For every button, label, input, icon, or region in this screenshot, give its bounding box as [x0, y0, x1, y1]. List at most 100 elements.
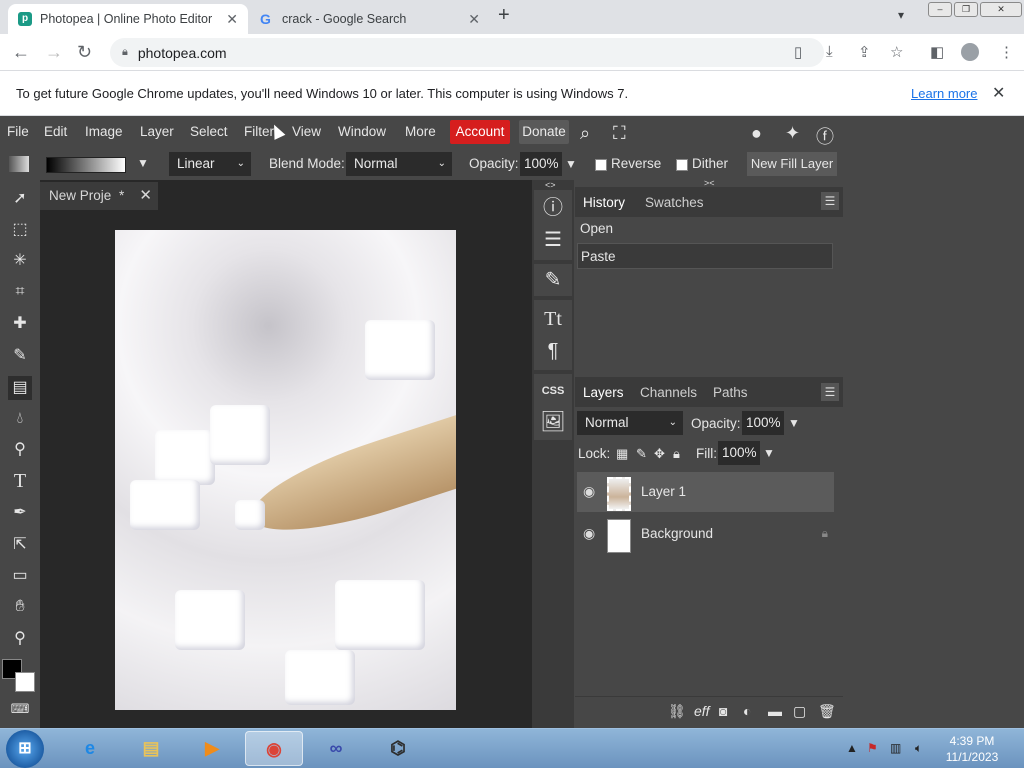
fullscreen-icon[interactable]: ⛶ — [613, 123, 626, 144]
facebook-icon[interactable]: ⓕ — [816, 123, 834, 149]
pen-tool-icon[interactable]: ✒ — [8, 501, 32, 525]
file-explorer-icon[interactable]: ▤ — [122, 731, 180, 766]
bookmark-star-icon[interactable]: ☆ — [890, 43, 903, 61]
marquee-tool-icon[interactable]: ⬚ — [8, 218, 32, 242]
new-fill-layer-button[interactable]: New Fill Layer — [747, 152, 837, 176]
image-canvas[interactable] — [115, 230, 456, 710]
donate-button[interactable]: Donate — [519, 120, 569, 144]
tab-swatches[interactable]: Swatches — [645, 195, 704, 210]
forward-arrow-icon[interactable]: → — [45, 42, 63, 63]
network-icon[interactable]: ▥ — [890, 741, 901, 755]
magic-wand-icon[interactable]: ✳ — [8, 249, 32, 273]
profile-avatar-icon[interactable] — [961, 43, 979, 61]
layer-effects-icon[interactable]: eff — [694, 703, 710, 719]
tab-close-icon[interactable]: ✕ — [226, 11, 238, 28]
new-layer-icon[interactable]: ▢ — [793, 703, 806, 720]
layer-row-background[interactable]: ◉ Background 🔒︎ — [577, 514, 834, 554]
visibility-eye-icon[interactable]: ◉ — [583, 483, 595, 500]
crop-tool-icon[interactable]: ⌗ — [8, 280, 32, 304]
taskbar-clock[interactable]: 4:39 PM 11/1/2023 — [943, 733, 1001, 765]
opacity-caret-icon[interactable]: ▼ — [565, 157, 577, 171]
back-arrow-icon[interactable]: ← — [12, 42, 30, 63]
menu-file[interactable]: File — [7, 124, 29, 139]
menu-more[interactable]: More — [405, 124, 436, 139]
gradient-type-select[interactable]: Linear ⌄ — [169, 152, 251, 176]
reload-icon[interactable]: ↻ — [77, 42, 92, 63]
restore-button[interactable]: ❐ — [954, 2, 978, 17]
paragraph-icon[interactable]: ¶ — [537, 336, 569, 366]
lock-paint-icon[interactable]: ✎ — [636, 446, 647, 462]
menu-view[interactable]: View — [292, 124, 321, 139]
history-item-selected[interactable]: Paste — [577, 243, 833, 269]
gradient-dropdown-caret-icon[interactable]: ▼ — [137, 156, 149, 170]
fill-input[interactable]: 100% — [718, 441, 760, 465]
layer-opacity-input[interactable]: 100% — [742, 411, 784, 435]
menu-layer[interactable]: Layer — [140, 124, 174, 139]
document-tab[interactable]: New Proje * ✕ — [40, 182, 158, 210]
path-select-icon[interactable]: ⇱ — [8, 533, 32, 557]
layer-row-layer1[interactable]: ◉ Layer 1 — [577, 472, 834, 512]
menu-window[interactable]: Window — [338, 124, 386, 139]
image-panel-icon[interactable]: 🖼︎ — [537, 407, 569, 437]
healing-brush-icon[interactable]: ✚ — [8, 312, 32, 336]
type-tool-icon[interactable]: T — [8, 469, 32, 493]
brush-tool-icon[interactable]: ✎ — [8, 344, 32, 368]
chrome-taskbar-icon[interactable]: ◉ — [245, 731, 303, 766]
side-panel-icon[interactable]: ◧ — [930, 43, 944, 61]
move-tool-icon[interactable]: ➚ — [8, 187, 32, 211]
internet-explorer-icon[interactable]: e — [61, 731, 119, 766]
blend-mode-select[interactable]: Normal ⌄ — [346, 152, 452, 176]
action-center-flag-icon[interactable]: ⚑ — [867, 741, 878, 755]
collapse-arrows-icon[interactable]: <> — [545, 180, 556, 190]
brush-settings-icon[interactable]: ✎ — [537, 265, 569, 295]
reddit-icon[interactable]: ● — [751, 123, 762, 144]
blur-drop-icon[interactable]: 💧︎ — [8, 407, 32, 431]
info-icon[interactable]: ⓘ — [537, 193, 569, 223]
lock-position-icon[interactable]: ✥ — [654, 446, 665, 462]
tab-google-search[interactable]: G crack - Google Search ✕ — [250, 4, 490, 34]
tab-photopea[interactable]: p Photopea | Online Photo Editor ✕ — [8, 4, 248, 34]
volume-muted-icon[interactable]: 🔈︎ — [915, 741, 922, 756]
tab-history[interactable]: History — [583, 195, 625, 210]
layer-opacity-caret-icon[interactable]: ▼ — [788, 416, 800, 430]
twitter-icon[interactable]: ✦ — [785, 123, 800, 144]
window-close-button[interactable]: ✕ — [980, 2, 1022, 17]
gradient-tool-icon[interactable]: ▤ — [8, 376, 32, 400]
add-mask-icon[interactable]: ◙ — [719, 703, 727, 719]
hand-tool-icon[interactable]: ✋︎ — [8, 595, 32, 619]
tab-layers[interactable]: Layers — [583, 385, 624, 400]
app-taskbar-icon[interactable]: ⌬ — [369, 731, 427, 766]
minimize-button[interactable]: – — [928, 2, 952, 17]
clipboard-icon[interactable]: ▯ — [794, 43, 802, 61]
learn-more-link[interactable]: Learn more — [911, 86, 977, 101]
infobar-close-icon[interactable]: ✕ — [992, 83, 1005, 103]
fill-caret-icon[interactable]: ▼ — [763, 446, 775, 460]
install-app-icon[interactable]: ⤓ — [826, 43, 833, 60]
menu-select[interactable]: Select — [190, 124, 228, 139]
account-button[interactable]: Account — [450, 120, 510, 144]
infinity-app-icon[interactable]: ∞ — [307, 731, 365, 766]
reverse-checkbox[interactable] — [595, 159, 607, 171]
windows-start-button[interactable]: ⊞ — [6, 730, 44, 768]
history-item[interactable]: Open — [577, 216, 833, 242]
adjustment-layer-icon[interactable]: ◐ — [743, 703, 751, 719]
tab-close-icon[interactable]: ✕ — [468, 11, 480, 28]
visibility-eye-icon[interactable]: ◉ — [583, 525, 595, 542]
document-close-icon[interactable]: ✕ — [139, 182, 152, 210]
share-icon[interactable]: ⇪ — [858, 43, 871, 61]
layer-blend-mode-select[interactable]: Normal ⌄ — [577, 411, 683, 435]
media-player-icon[interactable]: ▶ — [183, 731, 241, 766]
gradient-tool-preset-icon[interactable] — [9, 156, 29, 172]
tab-paths[interactable]: Paths — [713, 385, 748, 400]
layers-panel-menu-icon[interactable]: ☰ — [821, 383, 839, 401]
delete-layer-trash-icon[interactable]: 🗑︎ — [818, 703, 836, 720]
gradient-preview-swatch[interactable] — [46, 157, 126, 173]
adjustments-sliders-icon[interactable]: ☰ — [537, 225, 569, 255]
kebab-menu-icon[interactable]: ⋮ — [999, 43, 1014, 61]
new-folder-icon[interactable]: ▬ — [768, 703, 782, 719]
link-layers-icon[interactable]: ⛓ — [668, 703, 686, 720]
search-icon[interactable]: ⌕ — [580, 123, 590, 144]
lock-transparency-icon[interactable]: ▦ — [616, 446, 628, 462]
zoom-tool-icon[interactable]: ⚲ — [8, 627, 32, 651]
css-panel-icon[interactable]: CSS — [537, 376, 569, 406]
